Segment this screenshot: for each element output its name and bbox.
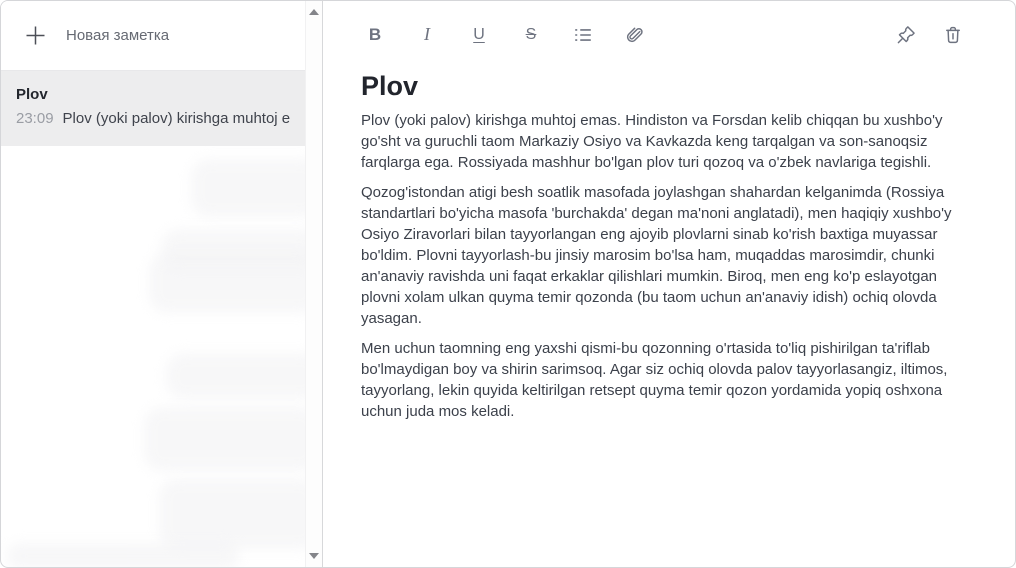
pin-icon xyxy=(895,24,917,46)
sidebar: Новая заметка Plov 23:09 Plov (yoki palo… xyxy=(1,1,323,567)
italic-button[interactable]: I xyxy=(413,21,441,49)
notes-app-window: Новая заметка Plov 23:09 Plov (yoki palo… xyxy=(0,0,1016,568)
note-body[interactable]: Plov (yoki palov) kirishga muhtoj emas. … xyxy=(361,110,967,422)
underline-button[interactable]: U xyxy=(465,21,493,49)
note-action-buttons xyxy=(892,21,967,49)
bold-icon: B xyxy=(369,25,381,45)
bold-button[interactable]: B xyxy=(361,21,389,49)
bulleted-list-button[interactable] xyxy=(569,21,597,49)
blurred-note-ghost xyxy=(7,543,239,567)
sidebar-scrollbar[interactable] xyxy=(305,1,322,567)
delete-button[interactable] xyxy=(939,21,967,49)
note-paragraph[interactable]: Qozog'istondan atigi besh soatlik masofa… xyxy=(361,182,967,329)
paperclip-icon xyxy=(624,24,646,46)
new-note-button[interactable]: Новая заметка xyxy=(1,1,305,71)
blurred-note-ghost xyxy=(149,253,305,313)
trash-icon xyxy=(942,24,964,46)
format-buttons: B I U S xyxy=(361,21,649,49)
scroll-up-arrow-icon[interactable] xyxy=(309,9,319,15)
blurred-note-ghost xyxy=(159,479,305,549)
note-paragraph[interactable]: Men uchun taomning eng yaxshi qismi-bu q… xyxy=(361,338,967,422)
underline-icon: U xyxy=(473,26,485,44)
note-paragraph[interactable]: Plov (yoki palov) kirishga muhtoj emas. … xyxy=(361,110,967,173)
note-list: Новая заметка Plov 23:09 Plov (yoki palo… xyxy=(1,1,305,567)
scroll-down-arrow-icon[interactable] xyxy=(309,553,319,559)
note-title[interactable]: Plov xyxy=(361,71,967,101)
note-item-preview: Plov (yoki palov) kirishga muhtoj em... xyxy=(63,110,290,127)
strikethrough-button[interactable]: S xyxy=(517,21,545,49)
new-note-label: Новая заметка xyxy=(66,27,169,44)
plus-icon xyxy=(25,25,46,46)
italic-icon: I xyxy=(424,24,430,45)
note-item-title: Plov xyxy=(16,86,290,103)
note-item-time: 23:09 xyxy=(16,110,54,127)
note-list-item-plov[interactable]: Plov 23:09 Plov (yoki palov) kirishga mu… xyxy=(1,71,305,146)
blurred-note-ghost xyxy=(191,159,305,217)
attach-button[interactable] xyxy=(621,21,649,49)
editor-toolbar: B I U S xyxy=(361,1,967,68)
note-item-meta: 23:09 Plov (yoki palov) kirishga muhtoj … xyxy=(16,110,290,127)
strikethrough-icon: S xyxy=(526,26,537,44)
blurred-note-ghost xyxy=(144,407,305,471)
editor-panel: B I U S xyxy=(323,1,1015,567)
blurred-note-ghost xyxy=(166,353,305,399)
bulleted-list-icon xyxy=(572,24,594,46)
pin-button[interactable] xyxy=(892,21,920,49)
